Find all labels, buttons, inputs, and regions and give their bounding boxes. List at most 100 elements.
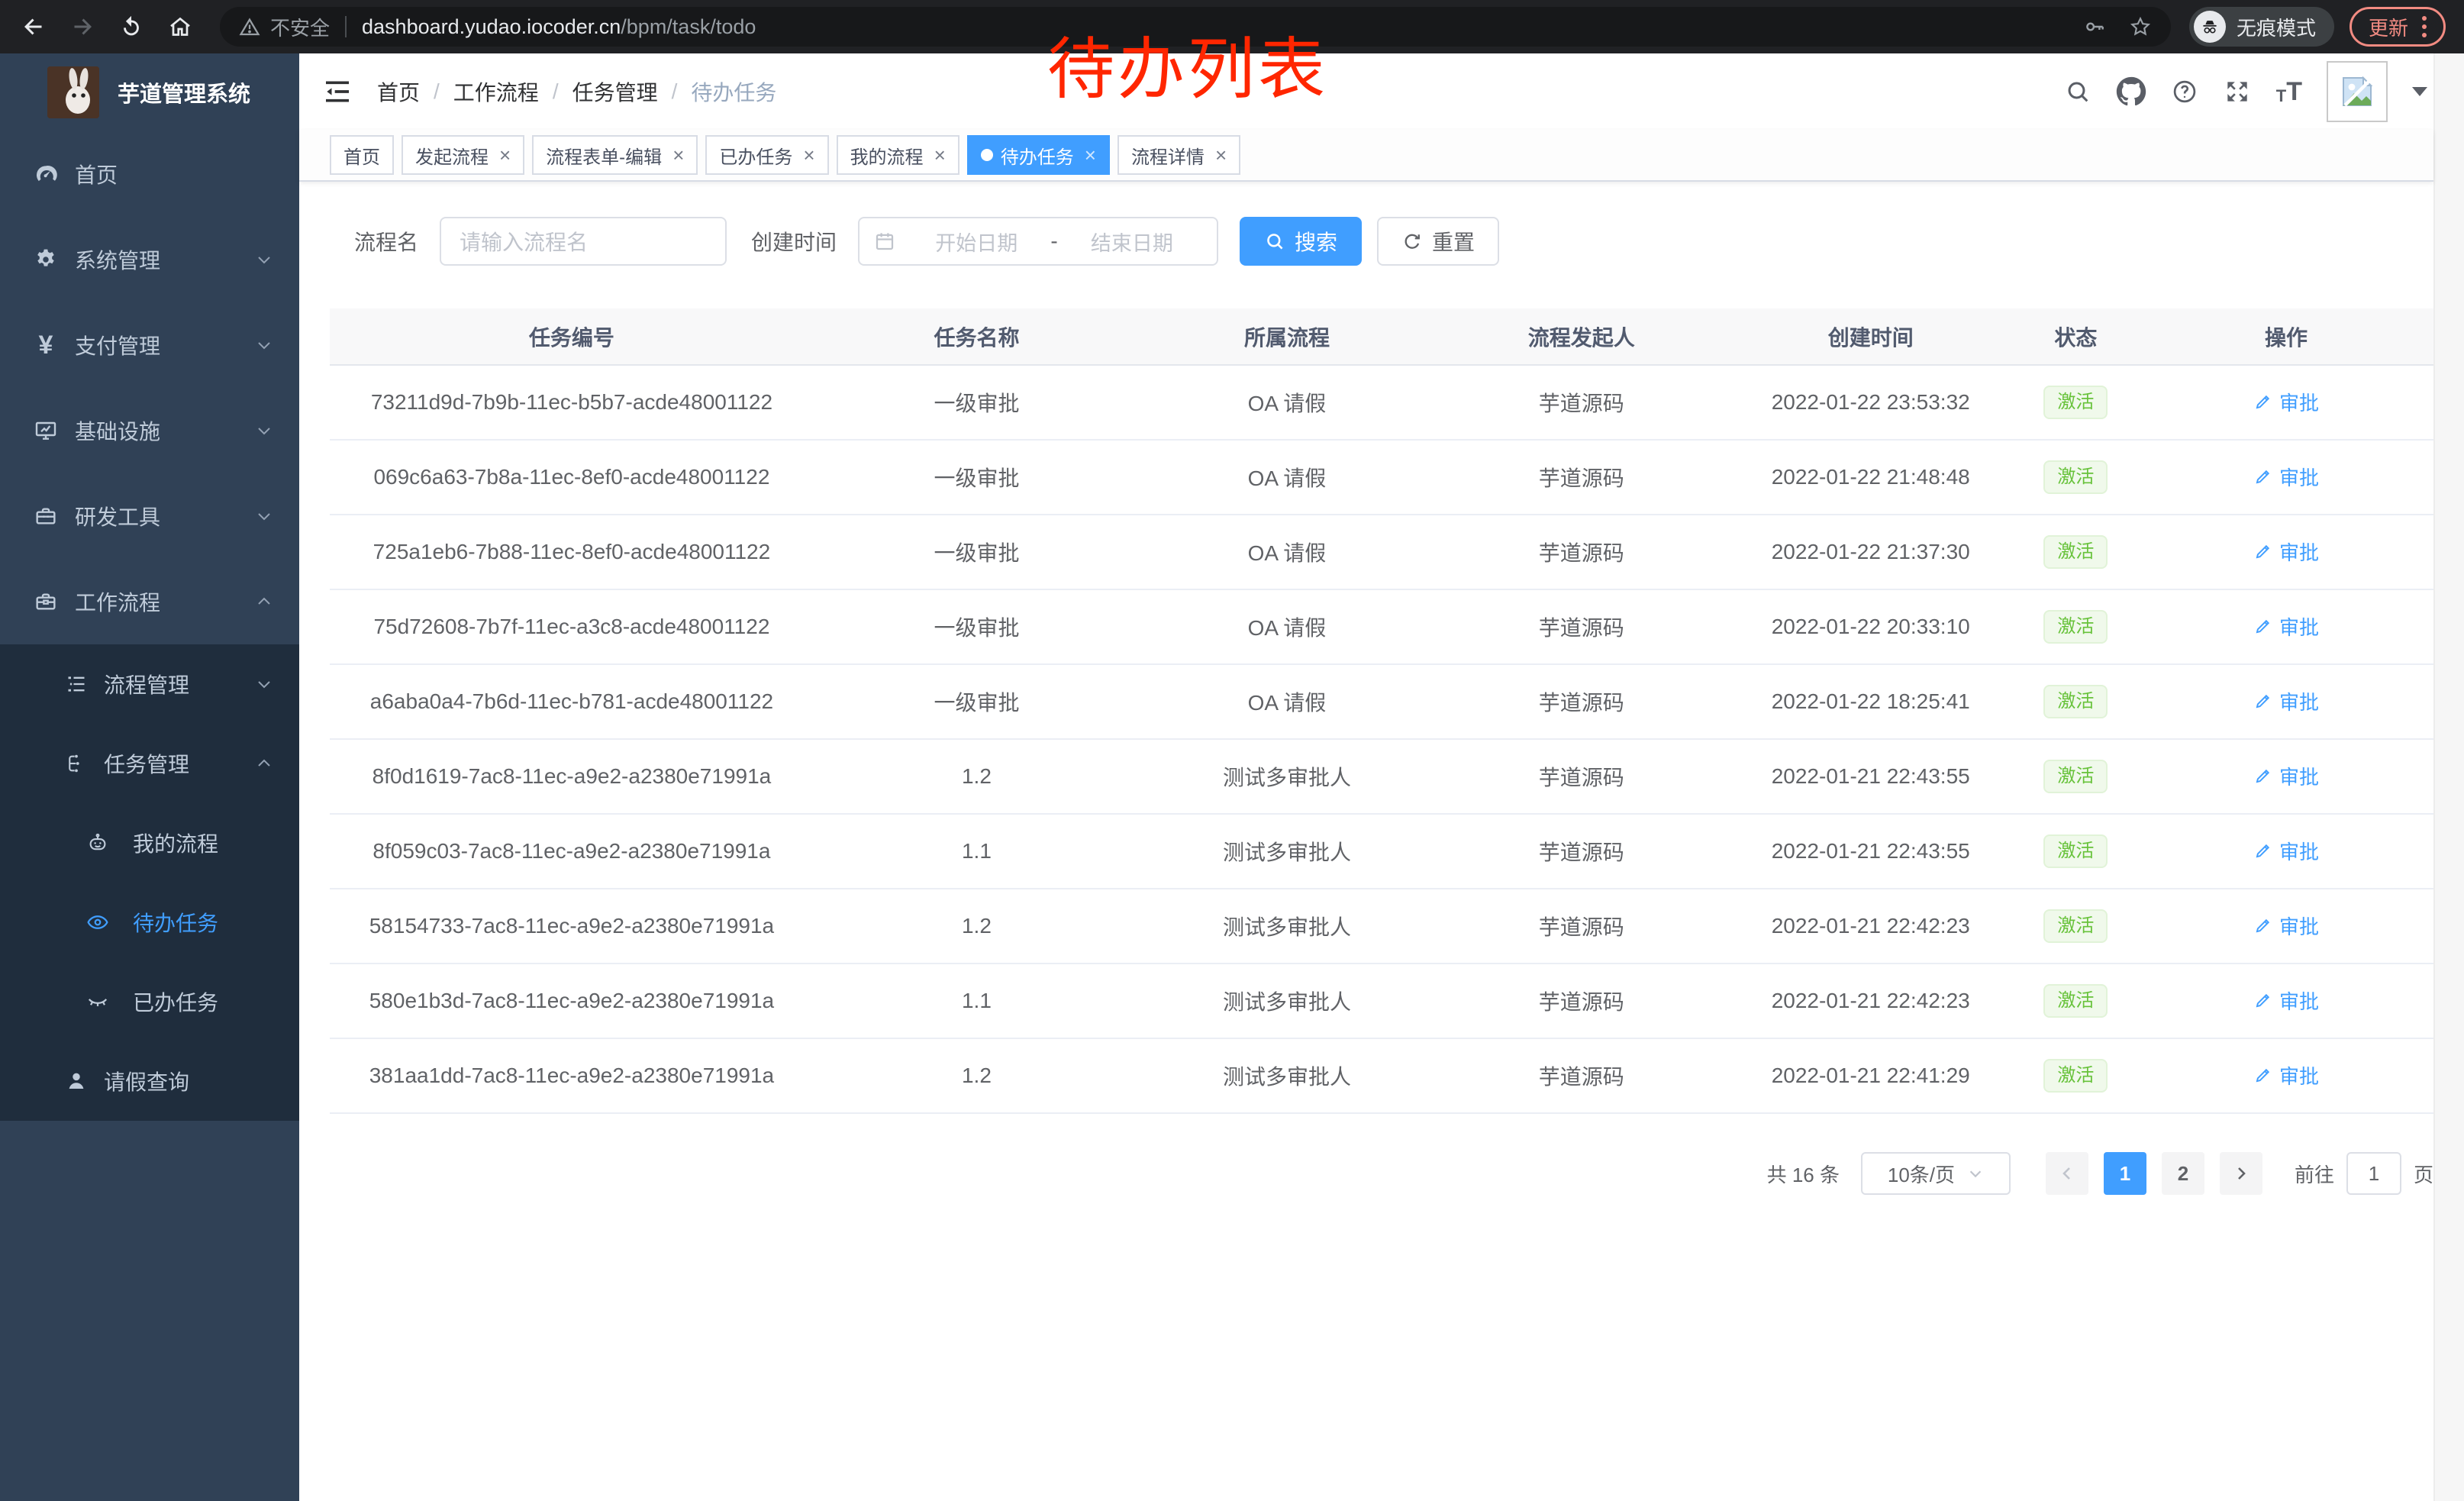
cell-task-id: 75d72608-7b7f-11ec-a3c8-acde48001122 [330,589,814,664]
cell-actions: 审批 [2139,589,2433,664]
approve-link[interactable]: 审批 [2253,388,2319,416]
sidebar-item-system[interactable]: 系统管理 [0,217,299,302]
tab-2[interactable]: 流程表单-编辑× [532,135,698,175]
sidebar-item-payment[interactable]: ¥ 支付管理 [0,302,299,388]
sidebar-item-label: 待办任务 [133,907,218,938]
approve-link[interactable]: 审批 [2253,463,2319,491]
page-button-1[interactable]: 1 [2104,1152,2146,1195]
edit-icon [2253,766,2273,786]
tab-1[interactable]: 发起流程× [402,135,524,175]
cell-status: 激活 [2013,1038,2139,1113]
reset-button[interactable]: 重置 [1377,217,1499,266]
forward-icon[interactable] [64,8,101,45]
task-table: 任务编号 任务名称 所属流程 流程发起人 创建时间 状态 操作 73211d9d… [330,308,2433,1114]
url-bar[interactable]: 不安全 dashboard.yudao.iocoder.cn/bpm/task/… [220,7,2171,47]
approve-link[interactable]: 审批 [2253,687,2319,715]
sidebar-item-task-mgmt[interactable]: 任务管理 [0,724,299,803]
logo-row[interactable]: 芋道管理系统 [0,53,299,131]
page-button-2[interactable]: 2 [2162,1152,2204,1195]
tab-4[interactable]: 我的流程 × [837,135,959,175]
sidebar-item-todo-task[interactable]: 待办任务 [0,883,299,962]
gear-icon [34,247,58,272]
sidebar-item-done-task[interactable]: 已办任务 [0,962,299,1041]
broken-image-icon [2340,76,2374,107]
cell-actions: 审批 [2139,365,2433,440]
page-size-select[interactable]: 10条/页 [1861,1152,2011,1195]
approve-link[interactable]: 审批 [2253,986,2319,1015]
cell-status: 激活 [2013,440,2139,515]
cell-starter: 芋道源码 [1434,365,1729,440]
bookmark-star-icon[interactable] [2128,15,2153,39]
approve-link[interactable]: 审批 [2253,612,2319,641]
prev-page-button[interactable] [2046,1152,2088,1195]
approve-link[interactable]: 审批 [2253,762,2319,790]
tab-close-icon[interactable]: × [1215,145,1227,165]
sidebar-item-devtools[interactable]: 研发工具 [0,473,299,559]
sidebar-item-my-process[interactable]: 我的流程 [0,803,299,883]
sidebar-item-home[interactable]: 首页 [0,131,299,217]
fullscreen-icon[interactable] [2223,77,2252,106]
edit-icon [2253,1065,2273,1085]
approve-link[interactable]: 审批 [2253,1061,2319,1089]
home-icon[interactable] [162,8,198,45]
help-icon[interactable] [2171,78,2198,105]
sidebar-item-workflow[interactable]: 工作流程 [0,559,299,644]
avatar[interactable] [2327,61,2388,122]
key-icon[interactable] [2082,15,2107,39]
process-name-input[interactable]: 请输入流程名 [440,217,727,266]
tab-close-icon[interactable]: × [803,145,814,165]
tab-close-icon[interactable]: × [1085,145,1096,165]
sidebar-item-process-mgmt[interactable]: 流程管理 [0,644,299,724]
edit-icon [2253,392,2273,412]
sidebar-item-label: 支付管理 [75,330,160,360]
sidebar-item-label: 研发工具 [75,501,160,531]
vertical-scrollbar[interactable] [2433,53,2464,1501]
sidebar-item-infrastructure[interactable]: 基础设施 [0,388,299,473]
breadcrumb-item[interactable]: 首页 [377,76,420,107]
navbar: 首页 / 工作流程 / 任务管理 / 待办任务 TT [299,53,2433,130]
back-icon[interactable] [15,8,52,45]
goto-page-input[interactable]: 1 [2346,1152,2401,1195]
browser-menu-icon[interactable] [2422,16,2427,37]
cell-process: 测试多审批人 [1140,1038,1434,1113]
breadcrumb-item[interactable]: 工作流程 [453,76,539,107]
sidebar-collapse-icon[interactable] [322,76,353,107]
update-button[interactable]: 更新 [2350,7,2446,47]
end-date-placeholder: 结束日期 [1061,227,1203,257]
filter-time-label: 创建时间 [751,226,837,257]
tab-6[interactable]: 流程详情× [1118,135,1240,175]
cell-status: 激活 [2013,964,2139,1038]
logo-image [47,66,99,118]
date-range-input[interactable]: 开始日期 - 结束日期 [858,217,1218,266]
approve-link[interactable]: 审批 [2253,837,2319,865]
breadcrumb-item[interactable]: 任务管理 [572,76,658,107]
tab-0[interactable]: 首页 [330,135,394,175]
search-button[interactable]: 搜索 [1240,217,1362,266]
cell-actions: 审批 [2139,739,2433,814]
font-size-icon[interactable]: TT [2276,79,2302,105]
sidebar-item-label: 我的流程 [133,828,218,858]
github-icon[interactable] [2116,76,2146,107]
eye-icon [85,911,110,934]
tab-close-icon[interactable]: × [934,145,946,165]
search-icon[interactable] [2064,78,2091,105]
sidebar-item-leave-query[interactable]: 请假查询 [0,1041,299,1121]
next-page-button[interactable] [2220,1152,2262,1195]
tab-label: 我的流程 [850,142,924,169]
tab-close-icon[interactable]: × [672,145,684,165]
tab-close-icon[interactable]: × [499,145,511,165]
col-starter: 流程发起人 [1434,308,1729,365]
tab-5[interactable]: 待办任务× [967,135,1110,175]
date-range-separator: - [1047,229,1060,253]
tab-3[interactable]: 已办任务× [705,135,828,175]
edit-icon [2253,915,2273,935]
avatar-dropdown-icon[interactable] [2412,87,2427,96]
approve-link[interactable]: 审批 [2253,537,2319,566]
reload-icon[interactable] [113,8,150,45]
cell-status: 激活 [2013,365,2139,440]
security-label[interactable]: 不安全 [270,13,330,41]
approve-link[interactable]: 审批 [2253,912,2319,940]
yen-icon: ¥ [34,332,58,358]
cell-actions: 审批 [2139,1038,2433,1113]
browser-toolbar: 不安全 dashboard.yudao.iocoder.cn/bpm/task/… [0,0,2464,53]
